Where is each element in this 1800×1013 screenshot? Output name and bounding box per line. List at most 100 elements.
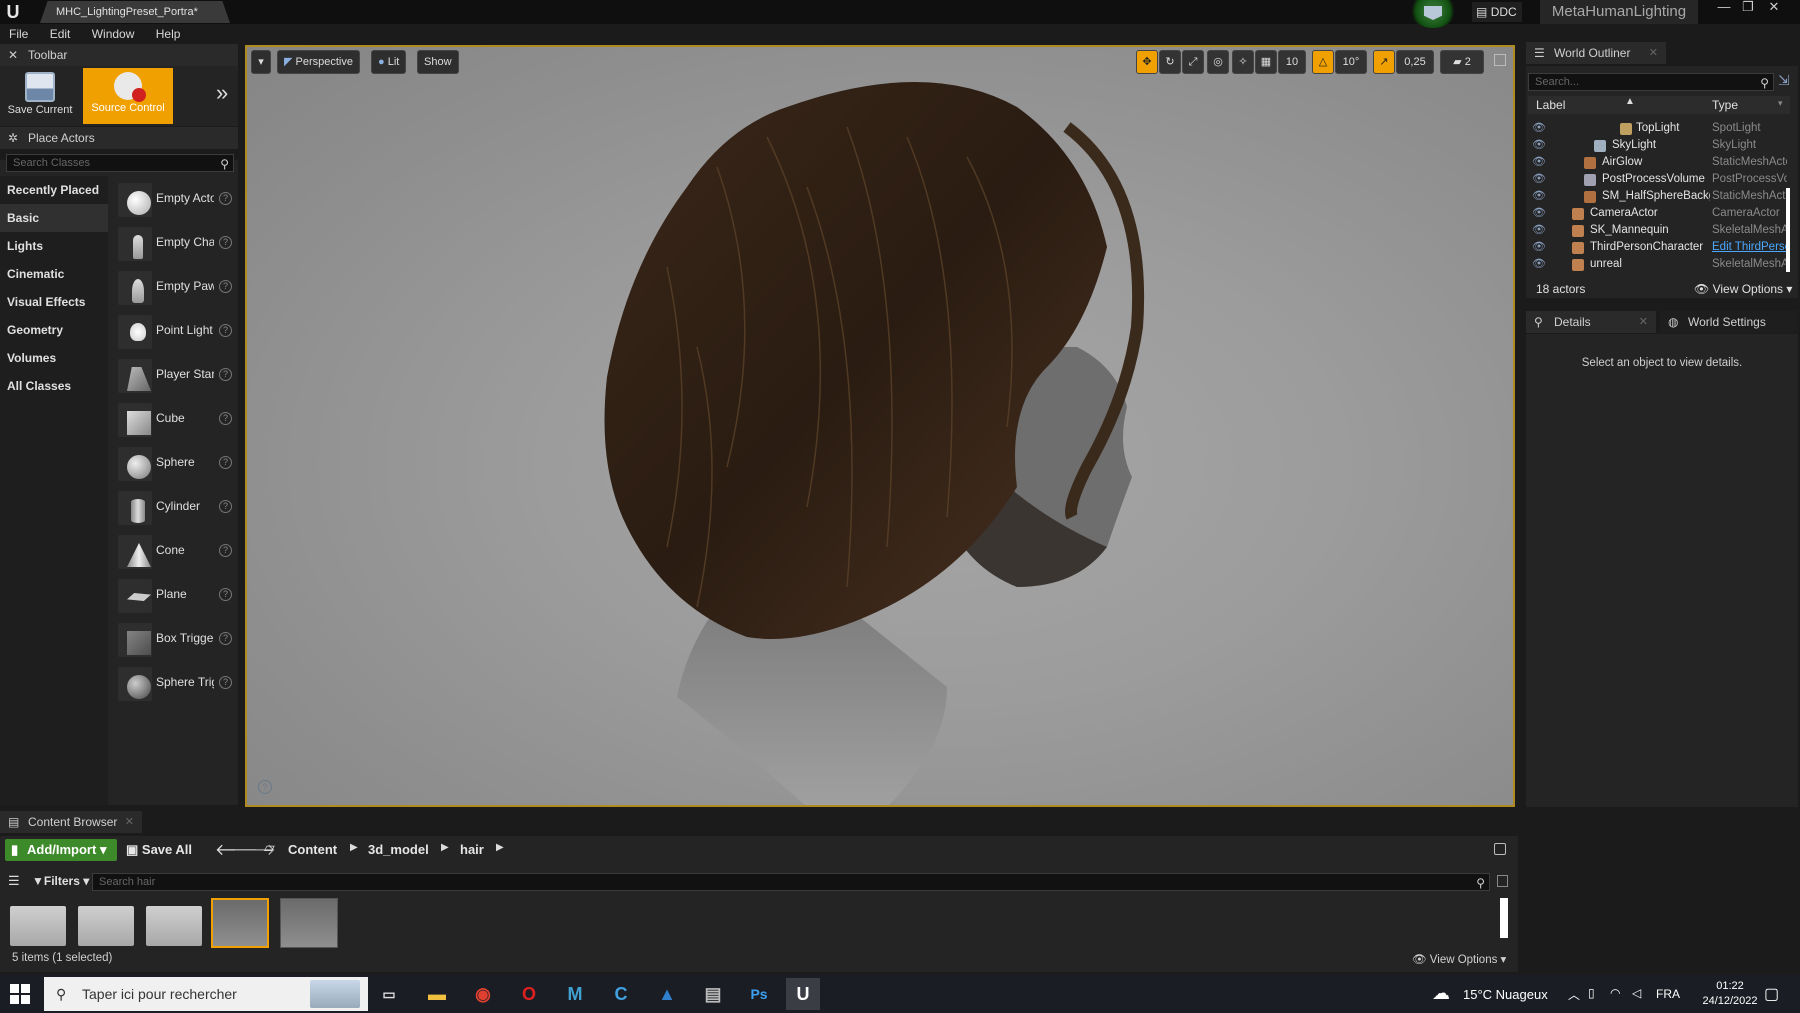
unreal-engine-icon[interactable]: U xyxy=(786,978,820,1010)
file-explorer-icon[interactable]: ▬ xyxy=(420,978,454,1010)
category-volumes[interactable]: Volumes xyxy=(0,344,108,372)
photos-icon[interactable]: ▲ xyxy=(650,978,684,1010)
perspective-button[interactable]: ◤ Perspective xyxy=(277,50,360,74)
help-icon[interactable]: ? xyxy=(219,280,232,293)
ccleaner-icon[interactable]: C xyxy=(604,978,638,1010)
eye-icon[interactable]: 👁 xyxy=(1532,121,1546,134)
world-settings-tab[interactable]: ◍ World Settings xyxy=(1660,311,1798,333)
toolbar-expand-icon[interactable]: » xyxy=(216,80,228,106)
pin-icon[interactable]: ⇲ xyxy=(1778,72,1790,89)
weather-text[interactable]: 15°C Nuageux xyxy=(1463,987,1548,1002)
language-indicator[interactable]: FRA xyxy=(1656,987,1680,1001)
actor-item-empty-actor[interactable]: Empty Actor? xyxy=(114,179,238,219)
edit-blueprint-link[interactable]: Edit ThirdPersonCharacter xyxy=(1712,241,1787,253)
eye-icon[interactable]: 👁 xyxy=(1532,155,1546,168)
windows-start-icon[interactable] xyxy=(10,984,30,1004)
place-actors-tab[interactable]: ✲ Place Actors xyxy=(0,127,238,149)
help-icon[interactable]: ? xyxy=(219,236,232,249)
category-all-classes[interactable]: All Classes xyxy=(0,372,108,400)
eye-icon[interactable]: 👁 xyxy=(1532,257,1546,270)
outliner-row[interactable]: 👁 PostProcessVolume PostProcessVolume xyxy=(1528,172,1790,189)
actor-item-empty-character[interactable]: Empty Character? xyxy=(114,223,238,263)
actor-item-plane[interactable]: Plane? xyxy=(114,575,238,615)
outliner-row[interactable]: 👁 AirGlow StaticMeshActor xyxy=(1528,155,1790,172)
menu-edit[interactable]: Edit xyxy=(41,24,80,41)
help-icon[interactable]: ? xyxy=(219,588,232,601)
wifi-icon[interactable]: ◠ xyxy=(1610,986,1620,1000)
col-type[interactable]: Type xyxy=(1712,98,1738,112)
asset-thumbnail-selected[interactable] xyxy=(211,898,269,948)
close-tab-icon[interactable]: ✕ xyxy=(1649,42,1658,64)
col-label[interactable]: Label xyxy=(1536,98,1565,112)
breadcrumb-separator-icon[interactable]: ▶ xyxy=(441,842,449,853)
outliner-view-options[interactable]: 👁 View Options ▾ xyxy=(1694,282,1792,296)
camera-speed-button[interactable]: ▰ 2 xyxy=(1440,50,1484,74)
rotation-snap-value[interactable]: 10° xyxy=(1335,50,1367,74)
help-icon[interactable]: ? xyxy=(219,456,232,469)
actor-item-cylinder[interactable]: Cylinder? xyxy=(114,487,238,527)
asset-thumbnail[interactable] xyxy=(280,898,338,948)
eye-icon[interactable]: 👁 xyxy=(1532,138,1546,151)
help-icon[interactable]: ? xyxy=(219,324,232,337)
actor-item-box-trigger[interactable]: Box Trigger? xyxy=(114,619,238,659)
actor-item-point-light[interactable]: Point Light? xyxy=(114,311,238,351)
document-tab[interactable]: MHC_LightingPreset_Portra* xyxy=(40,1,230,23)
world-local-icon[interactable]: ◎ xyxy=(1207,50,1229,74)
category-basic[interactable]: Basic xyxy=(0,204,108,232)
close-button[interactable]: ✕ xyxy=(1762,0,1786,18)
category-visual-effects[interactable]: Visual Effects xyxy=(0,288,108,316)
tray-device-icon[interactable]: ▯ xyxy=(1588,986,1595,1000)
menu-help[interactable]: Help xyxy=(147,24,190,41)
grid-snap-icon[interactable]: ▦ xyxy=(1255,50,1277,74)
opera-icon[interactable]: O xyxy=(512,978,546,1010)
task-view-icon[interactable]: ▭ xyxy=(372,978,406,1010)
translate-tool-icon[interactable]: ✥ xyxy=(1136,50,1158,74)
category-lights[interactable]: Lights xyxy=(0,232,108,260)
save-current-button[interactable]: Save Current xyxy=(4,68,76,124)
search-classes-input[interactable]: Search Classes ⚲ xyxy=(6,154,234,172)
save-all-button[interactable]: ▣ Save All xyxy=(126,839,192,861)
minimize-button[interactable]: — xyxy=(1712,0,1736,18)
maximize-viewport-icon[interactable] xyxy=(1494,54,1506,66)
outliner-row[interactable]: 👁 ThirdPersonCharacter Edit ThirdPersonCha… xyxy=(1528,240,1790,257)
folder-thumbnail[interactable] xyxy=(78,906,134,946)
scale-snap-value[interactable]: 0,25 xyxy=(1396,50,1434,74)
actor-item-cube[interactable]: Cube? xyxy=(114,399,238,439)
viewport-options-dropdown[interactable]: ▾ xyxy=(251,50,271,74)
help-icon[interactable]: ? xyxy=(219,412,232,425)
notifications-icon[interactable]: ▢ xyxy=(1764,984,1779,1004)
breadcrumb-separator-icon[interactable]: ▶ xyxy=(350,842,358,853)
maya-icon[interactable]: M xyxy=(558,978,592,1010)
clock[interactable]: 01:22 24/12/2022 xyxy=(1700,979,1760,1009)
chrome-icon[interactable]: ◉ xyxy=(466,978,500,1010)
scale-snap-icon[interactable]: ↗ xyxy=(1373,50,1395,74)
outliner-row[interactable]: 👁 SkyLight SkyLight xyxy=(1528,138,1790,155)
menu-window[interactable]: Window xyxy=(83,24,144,41)
category-cinematic[interactable]: Cinematic xyxy=(0,260,108,288)
eye-icon[interactable]: 👁 xyxy=(1532,172,1546,185)
folder-thumbnail[interactable] xyxy=(10,906,66,946)
close-tab-icon[interactable]: ✕ xyxy=(125,811,134,833)
grid-snap-value[interactable]: 10 xyxy=(1278,50,1306,74)
help-icon[interactable]: ? xyxy=(219,676,232,689)
source-control-button[interactable]: Source Control xyxy=(83,68,173,124)
level-viewport[interactable] xyxy=(245,45,1515,807)
content-view-options[interactable]: 👁 View Options ▾ xyxy=(1412,952,1506,966)
tray-chevron-icon[interactable]: ︿ xyxy=(1568,986,1580,1003)
help-icon[interactable]: ? xyxy=(219,192,232,205)
eye-icon[interactable]: 👁 xyxy=(1532,240,1546,253)
outliner-row[interactable]: 👁 TopLight SpotLight xyxy=(1528,121,1790,138)
menu-file[interactable]: File xyxy=(0,24,37,41)
rotate-tool-icon[interactable]: ↻ xyxy=(1159,50,1181,74)
folder-thumbnail[interactable] xyxy=(146,906,202,946)
sources-toggle-icon[interactable]: ☰ xyxy=(8,873,20,889)
breadcrumb-content[interactable]: Content xyxy=(288,842,337,857)
toolbar-tab[interactable]: ✕ Toolbar xyxy=(0,44,238,66)
outliner-search-input[interactable]: Search... ⚲ xyxy=(1528,73,1774,91)
restore-button[interactable]: ❐ xyxy=(1736,0,1760,18)
photoshop-icon[interactable]: Ps xyxy=(742,978,776,1010)
details-tab[interactable]: ⚲ Details ✕ xyxy=(1526,311,1656,333)
breadcrumb-separator-icon[interactable]: ▶ xyxy=(496,842,504,853)
content-browser-tab[interactable]: ▤ Content Browser ✕ xyxy=(0,811,142,833)
eye-icon[interactable]: 👁 xyxy=(1532,189,1546,202)
